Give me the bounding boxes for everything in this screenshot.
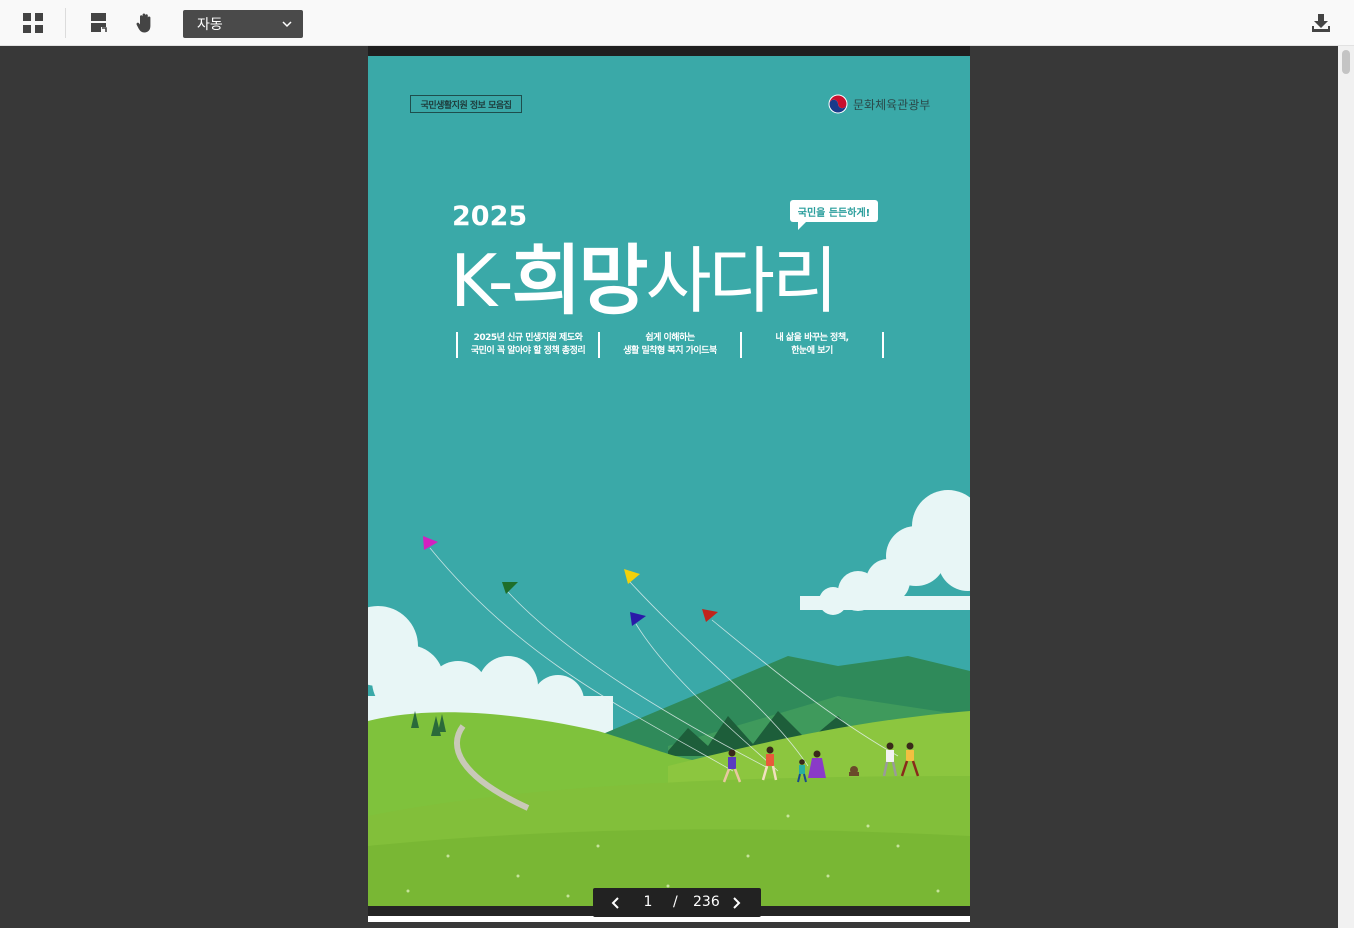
page-top-edge [368, 46, 970, 56]
zoom-select[interactable]: 자동 [183, 10, 303, 38]
ministry-logo: 문화체육관광부 [828, 94, 930, 114]
pan-tool-button[interactable] [130, 8, 160, 38]
subtitle-column: 쉽게 이해하는 생활 밀착형 복지 가이드북 [598, 332, 740, 358]
cover-illustration [368, 56, 970, 906]
scroll-mode-button[interactable] [84, 8, 114, 38]
page-separator: / [673, 894, 678, 910]
cover-title: K- 희망 사다리 [450, 231, 890, 325]
toolbar: 자동 [0, 0, 1354, 46]
cover-tag: 국민생활지원 정보 모음집 [410, 95, 522, 113]
current-page-number[interactable]: 1 [641, 894, 655, 910]
subtitle-line: 2025년 신규 민생지원 제도와 [473, 333, 583, 343]
subtitle-column: 2025년 신규 민생지원 제도와 국민이 꼭 알아야 할 정책 총정리 [456, 332, 598, 358]
subtitle-line: 국민이 꼭 알아야 할 정책 총정리 [470, 346, 586, 356]
cover-subtitles: 2025년 신규 민생지원 제도와 국민이 꼭 알아야 할 정책 총정리 쉽게 … [456, 332, 884, 358]
subtitle-line: 한눈에 보기 [791, 346, 833, 356]
subtitle-column: 내 삶을 바꾸는 정책, 한눈에 보기 [740, 332, 884, 358]
toolbar-separator [65, 8, 66, 38]
title-rest: 사다리 [645, 239, 838, 323]
subtitle-line: 쉽게 이해하는 [645, 333, 695, 343]
ministry-name: 문화체육관광부 [853, 97, 931, 112]
thumbnails-button[interactable] [18, 8, 48, 38]
zoom-value: 자동 [197, 17, 223, 33]
speech-bubble: 국민을 든든하게! [790, 200, 878, 222]
taegeuk-emblem-icon [828, 94, 848, 114]
download-button[interactable] [1306, 8, 1336, 38]
scrollbar-thumb[interactable] [1342, 50, 1350, 74]
download-icon [1312, 14, 1330, 32]
title-prefix: K- [450, 239, 514, 323]
page-navigator: 1 / 236 [593, 888, 761, 917]
total-pages: 236 [693, 894, 720, 910]
page-layout-icon [91, 13, 107, 33]
chevron-left-icon [611, 897, 619, 909]
subtitle-line: 내 삶을 바꾸는 정책, [775, 333, 849, 343]
document-page: 국민생활지원 정보 모음집 문화체육관광부 2025 국민을 든든하게! K- … [368, 56, 970, 906]
vertical-scrollbar[interactable] [1338, 46, 1354, 928]
previous-page-button[interactable] [607, 894, 625, 912]
next-page-button[interactable] [727, 894, 745, 912]
title-bold: 희망 [511, 236, 649, 325]
speech-bubble-tail [798, 222, 806, 230]
cover-year: 2025 [452, 201, 528, 232]
chevron-right-icon [733, 897, 741, 909]
hand-icon [136, 13, 151, 33]
grid-icon [23, 13, 43, 33]
subtitle-line: 생활 밀착형 복지 가이드북 [623, 346, 717, 356]
chevron-down-icon [282, 21, 292, 28]
